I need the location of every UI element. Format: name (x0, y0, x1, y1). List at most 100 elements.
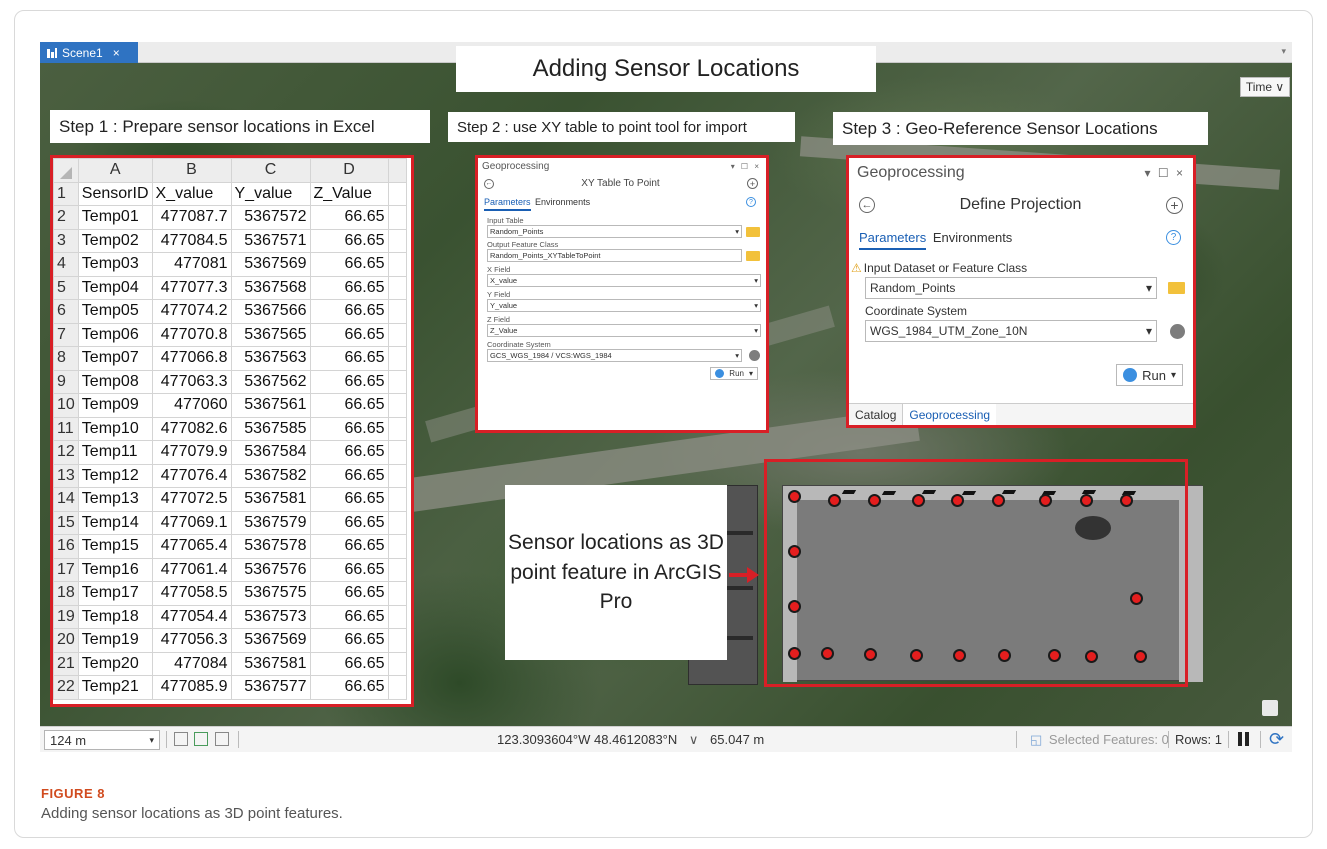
x-field-dropdown[interactable]: X_value ▾ (487, 274, 761, 287)
cell[interactable]: Temp04 (77, 275, 153, 300)
cell[interactable]: 66.65 (309, 675, 389, 700)
sensor-point[interactable] (821, 647, 834, 660)
sensor-point[interactable] (912, 494, 925, 507)
row-number[interactable]: 7 (53, 322, 79, 347)
cell[interactable]: 66.65 (309, 416, 389, 441)
tab-scene1[interactable]: Scene1 × (40, 42, 138, 63)
sensor-point[interactable] (1120, 494, 1133, 507)
cell[interactable]: X_value (151, 181, 232, 206)
add-plus-icon[interactable]: + (1166, 196, 1183, 214)
cell[interactable]: Temp10 (77, 416, 153, 441)
cell[interactable]: 5367585 (230, 416, 311, 441)
cell[interactable]: 5367569 (230, 252, 311, 277)
cell[interactable]: Temp14 (77, 510, 153, 535)
input-dataset-dropdown[interactable]: Random_Points ▾ (865, 277, 1157, 299)
cell[interactable]: 66.65 (309, 463, 389, 488)
folder-icon[interactable] (1168, 282, 1185, 294)
notes-icon[interactable] (1262, 700, 1278, 716)
cell[interactable]: Temp05 (77, 299, 153, 324)
run-button[interactable]: Run ▾ (1116, 364, 1183, 386)
cell[interactable]: 5367562 (230, 369, 311, 394)
column-letter[interactable]: B (151, 158, 232, 183)
cell[interactable]: 5367584 (230, 440, 311, 465)
cell[interactable]: Temp02 (77, 228, 153, 253)
coordinate-format-dropdown[interactable]: ∨ (689, 732, 699, 747)
tab-geoprocessing[interactable]: Geoprocessing (902, 403, 997, 425)
cell[interactable]: 66.65 (309, 275, 389, 300)
snapping-icon[interactable] (194, 732, 208, 746)
sensor-point[interactable] (1134, 650, 1147, 663)
z-field-dropdown[interactable]: Z_Value ▾ (487, 324, 761, 337)
row-number[interactable]: 9 (53, 369, 79, 394)
cell[interactable]: 5367581 (230, 487, 311, 512)
window-controls-icon[interactable]: ▾ ☐ × (1145, 166, 1185, 180)
cell[interactable]: 66.65 (309, 346, 389, 371)
row-number[interactable]: 16 (53, 534, 79, 559)
select-all-corner[interactable] (53, 158, 79, 183)
cell[interactable]: Temp03 (77, 252, 153, 277)
cell[interactable]: 5367571 (230, 228, 311, 253)
cell[interactable]: 5367577 (230, 675, 311, 700)
cell[interactable]: SensorID (77, 181, 153, 206)
row-number[interactable]: 19 (53, 604, 79, 629)
row-number[interactable]: 3 (53, 228, 79, 253)
cell[interactable]: 477082.6 (151, 416, 232, 441)
sensor-point[interactable] (788, 647, 801, 660)
cell[interactable]: 477058.5 (151, 581, 232, 606)
grid-icon[interactable] (215, 732, 229, 746)
row-number[interactable]: 22 (53, 675, 79, 700)
sensor-point[interactable] (951, 494, 964, 507)
cell[interactable]: 66.65 (309, 651, 389, 676)
cell[interactable]: 66.65 (309, 557, 389, 582)
row-number[interactable]: 10 (53, 393, 79, 418)
cell[interactable]: 477072.5 (151, 487, 232, 512)
cell[interactable]: 5367575 (230, 581, 311, 606)
sensor-point[interactable] (788, 490, 801, 503)
sensor-point[interactable] (1080, 494, 1093, 507)
row-number[interactable]: 12 (53, 440, 79, 465)
cell[interactable]: 66.65 (309, 440, 389, 465)
row-number[interactable]: 2 (53, 205, 79, 230)
cell[interactable]: 477061.4 (151, 557, 232, 582)
tab-menu-chevron-icon[interactable]: ▾ (1281, 46, 1286, 57)
column-letter[interactable]: C (230, 158, 311, 183)
coordinate-system-dropdown[interactable]: WGS_1984_UTM_Zone_10N ▾ (865, 320, 1157, 342)
cell[interactable]: Temp06 (77, 322, 153, 347)
row-number[interactable]: 11 (53, 416, 79, 441)
cell[interactable]: Temp07 (77, 346, 153, 371)
cell[interactable]: 66.65 (309, 299, 389, 324)
run-button[interactable]: Run ▾ (710, 367, 758, 380)
tab-parameters[interactable]: Parameters (859, 230, 927, 250)
back-arrow-icon[interactable]: ← (859, 197, 875, 213)
cell[interactable]: 66.65 (309, 205, 389, 230)
cell[interactable]: 477070.8 (151, 322, 232, 347)
cell[interactable]: 5367566 (230, 299, 311, 324)
cell[interactable]: 477084 (151, 651, 232, 676)
cell[interactable]: Temp09 (77, 393, 153, 418)
cell[interactable]: 477079.9 (151, 440, 232, 465)
pause-drawing-icon[interactable] (1238, 732, 1249, 746)
row-number[interactable]: 14 (53, 487, 79, 512)
window-controls-icon[interactable]: ▾ ☐ × (731, 162, 761, 171)
cell[interactable]: Temp12 (77, 463, 153, 488)
cell[interactable]: 5367582 (230, 463, 311, 488)
cell[interactable]: Temp11 (77, 440, 153, 465)
sensor-point[interactable] (864, 648, 877, 661)
row-number[interactable]: 6 (53, 299, 79, 324)
cell[interactable]: 66.65 (309, 252, 389, 277)
row-number[interactable]: 17 (53, 557, 79, 582)
cell[interactable]: 5367578 (230, 534, 311, 559)
cell[interactable]: 477085.9 (151, 675, 232, 700)
sensor-point[interactable] (953, 649, 966, 662)
scale-dropdown[interactable]: 124 m ▾ (44, 730, 160, 750)
cell[interactable]: 5367572 (230, 205, 311, 230)
cell[interactable]: 66.65 (309, 628, 389, 653)
tab-parameters[interactable]: Parameters (484, 197, 531, 211)
cell[interactable]: 66.65 (309, 228, 389, 253)
cell[interactable]: 5367576 (230, 557, 311, 582)
sensor-point[interactable] (992, 494, 1005, 507)
add-plus-icon[interactable]: + (747, 178, 758, 189)
cell[interactable]: 477066.8 (151, 346, 232, 371)
sensor-point[interactable] (1039, 494, 1052, 507)
cell[interactable]: Temp21 (77, 675, 153, 700)
